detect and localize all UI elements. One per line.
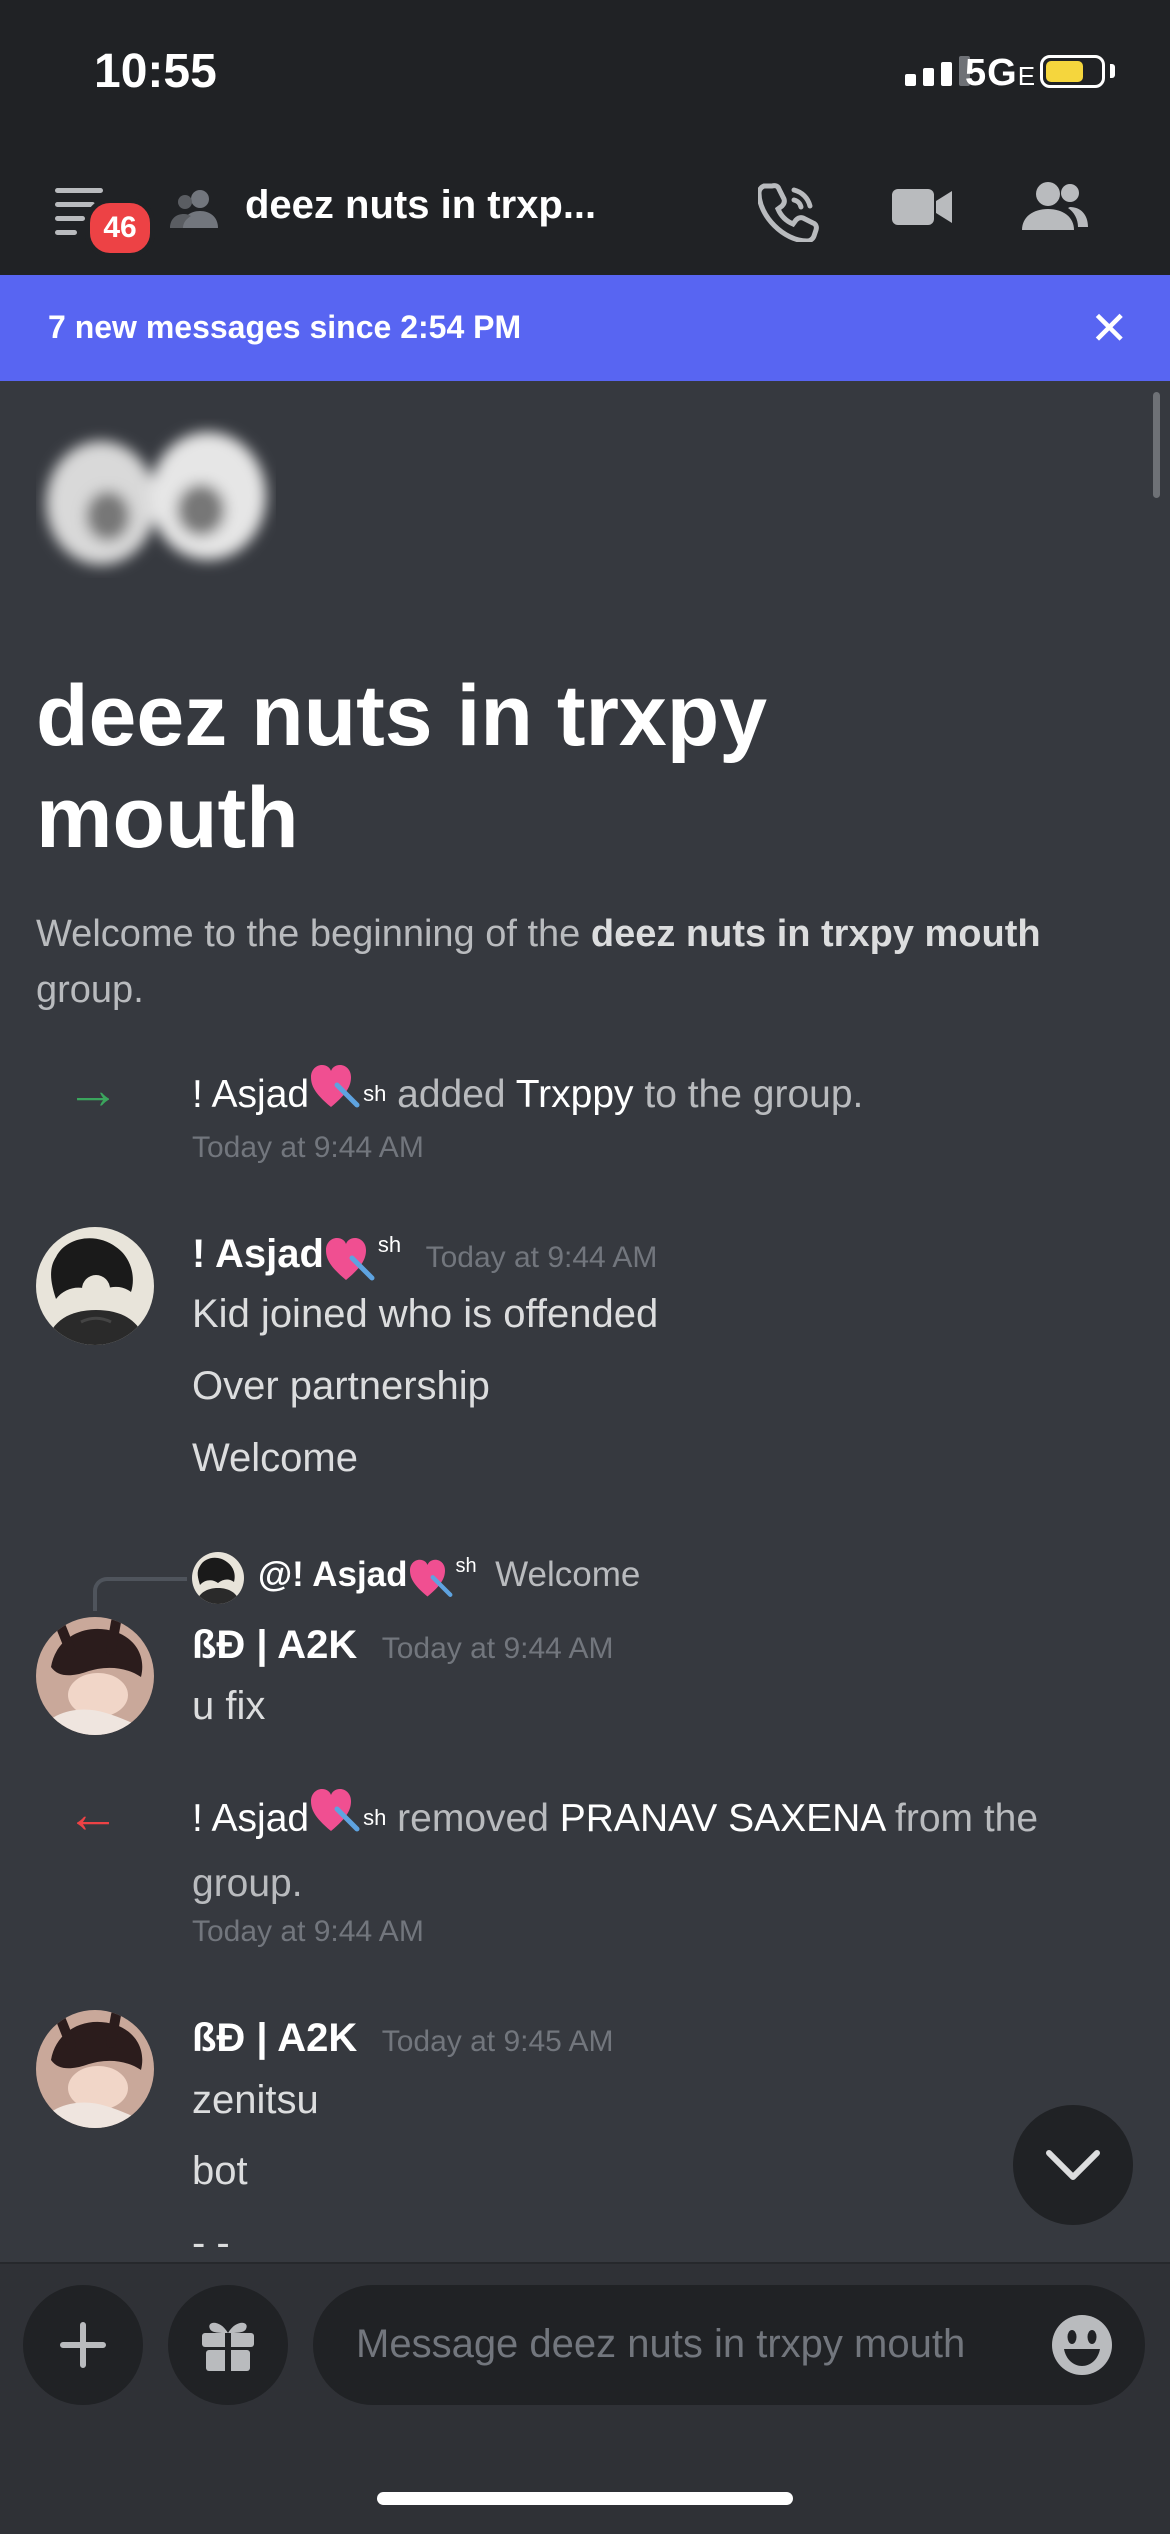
message-header: ! Asjad sh Today at 9:44 AM xyxy=(192,1232,657,1289)
battery-icon xyxy=(1040,55,1105,88)
username[interactable]: ßĐ | A2K xyxy=(192,2016,357,2060)
username[interactable]: ßĐ | A2K xyxy=(192,1623,357,1667)
timestamp: Today at 9:44 AM xyxy=(192,1915,424,1948)
username[interactable]: ! Asjad xyxy=(192,1232,324,1276)
network-indicator: 5GE xyxy=(965,52,1037,94)
system-target[interactable]: Trxppy xyxy=(516,1073,634,1116)
battery-nub xyxy=(1110,64,1115,78)
gift-button[interactable] xyxy=(168,2285,288,2405)
system-actor[interactable]: ! Asjad xyxy=(192,1073,309,1116)
message-line: - - xyxy=(192,2221,230,2261)
avatar[interactable] xyxy=(36,1617,154,1735)
welcome-text: Welcome to the beginning of the deez nut… xyxy=(36,913,1041,1011)
attach-button[interactable] xyxy=(23,2285,143,2405)
scrollbar-thumb[interactable] xyxy=(1153,392,1160,498)
timestamp: Today at 9:45 AM xyxy=(381,2025,614,2058)
plus-icon xyxy=(60,2322,106,2368)
system-message-continuation: group. xyxy=(192,1862,303,1905)
message-header: ßĐ | A2K Today at 9:45 AM xyxy=(192,2016,614,2061)
home-indicator xyxy=(377,2492,793,2505)
message-line: Over partnership xyxy=(192,1364,490,1408)
system-message-remove: ! Asjad sh removed PRANAV SAXENA from the xyxy=(192,1787,1152,1854)
video-call-icon[interactable] xyxy=(890,185,954,234)
voice-call-icon[interactable] xyxy=(756,180,820,247)
emoji-icon[interactable] xyxy=(1050,2313,1114,2382)
status-time: 10:55 xyxy=(94,45,217,98)
unread-badge: 46 xyxy=(85,198,155,258)
join-arrow-icon: → xyxy=(66,1060,120,1120)
avatar[interactable] xyxy=(36,1227,154,1345)
message-line: zenitsu xyxy=(192,2078,319,2122)
group-name-heading: deez nuts in trxpy mouth xyxy=(36,668,768,866)
message-line: u fix xyxy=(192,1684,266,1728)
gift-icon xyxy=(202,2322,254,2371)
chevron-down-icon xyxy=(1046,2150,1100,2180)
reply-avatar xyxy=(192,1552,244,1604)
close-icon[interactable]: ✕ xyxy=(1090,305,1129,351)
message-line: Kid joined who is offended xyxy=(192,1292,659,1336)
heart-emoji xyxy=(309,1063,361,1130)
group-dm-icon xyxy=(170,188,222,235)
system-actor[interactable]: ! Asjad xyxy=(192,1797,309,1840)
channel-title[interactable]: deez nuts in trxp... xyxy=(245,183,596,228)
avatar[interactable] xyxy=(36,2010,154,2128)
signal-icon xyxy=(905,56,970,86)
system-message-add: ! Asjad sh added Trxppy to the group. xyxy=(192,1063,1142,1130)
heart-emoji xyxy=(408,1558,454,1605)
reply-preview[interactable]: @! Asjad sh Welcome xyxy=(258,1555,640,1605)
jump-to-bottom-button[interactable] xyxy=(1013,2105,1133,2225)
reply-connector xyxy=(93,1577,187,1611)
message-header: ßĐ | A2K Today at 9:44 AM xyxy=(192,1623,614,1668)
heart-emoji xyxy=(309,1787,361,1854)
message-input-placeholder[interactable]: Message deez nuts in trxpy mouth xyxy=(356,2322,965,2367)
system-target[interactable]: PRANAV SAXENA xyxy=(560,1797,884,1840)
timestamp: Today at 9:44 AM xyxy=(425,1241,658,1274)
member-list-icon[interactable] xyxy=(1020,180,1090,237)
heart-emoji xyxy=(324,1236,376,1289)
message-line: Welcome xyxy=(192,1436,358,1480)
group-avatar xyxy=(36,418,276,578)
timestamp: Today at 9:44 AM xyxy=(381,1632,614,1665)
timestamp: Today at 9:44 AM xyxy=(192,1131,424,1164)
new-messages-text[interactable]: 7 new messages since 2:54 PM xyxy=(48,309,521,346)
leave-arrow-icon: ← xyxy=(66,1784,120,1844)
message-line: bot xyxy=(192,2149,248,2193)
